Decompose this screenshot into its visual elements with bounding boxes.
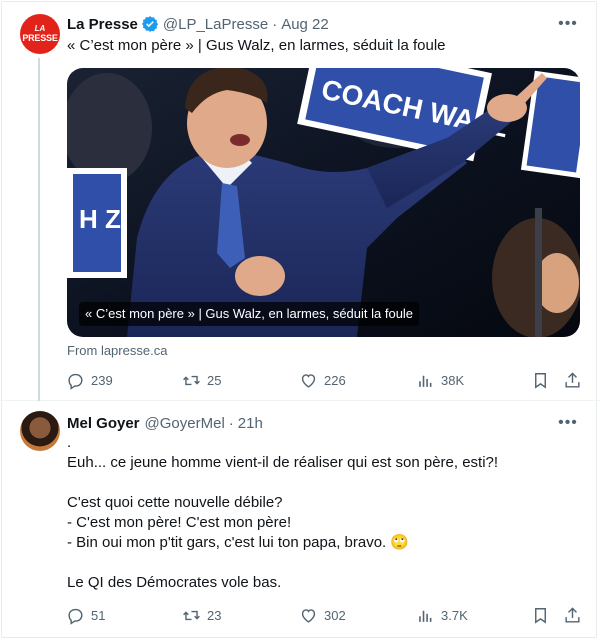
repost-icon xyxy=(183,610,200,620)
tweet-mel-goyer[interactable]: Mel Goyer @GoyerMel · 21h ••• . Euh... c… xyxy=(0,401,600,641)
separator-dot: · xyxy=(272,15,278,33)
views-chart-icon xyxy=(419,375,432,387)
card-photo: H Z COACH WALZ xyxy=(67,68,580,337)
heart-icon xyxy=(301,373,316,388)
share-button[interactable] xyxy=(563,370,582,390)
views-count: 38K xyxy=(441,372,465,388)
bookmark-button[interactable] xyxy=(531,605,550,625)
sign-left-text: H Z xyxy=(79,204,121,234)
reply-icon xyxy=(68,373,83,390)
tweet-header: Mel Goyer @GoyerMel · 21h xyxy=(67,413,263,433)
repost-button[interactable]: 25 xyxy=(182,370,221,390)
action-bar: 51 23 302 3.7K xyxy=(0,605,600,625)
tweet-header: La Presse @LP_LaPresse · Aug 22 xyxy=(67,14,329,34)
like-count: 226 xyxy=(324,372,346,388)
timestamp[interactable]: Aug 22 xyxy=(281,16,329,33)
like-count: 302 xyxy=(324,607,346,623)
reply-button[interactable]: 51 xyxy=(66,605,105,625)
thread-line xyxy=(38,58,40,401)
author-handle[interactable]: @LP_LaPresse xyxy=(163,16,268,33)
bookmark-button[interactable] xyxy=(531,370,550,390)
logo-text-presse: PRESSE xyxy=(22,33,58,43)
author-name[interactable]: Mel Goyer xyxy=(67,415,140,432)
bookmark-icon xyxy=(535,372,546,389)
reply-icon xyxy=(68,608,83,625)
tweet-text: « C’est mon père » | Gus Walz, en larmes… xyxy=(67,37,446,54)
share-icon xyxy=(565,371,580,388)
heart-icon xyxy=(301,608,316,623)
like-button[interactable]: 302 xyxy=(299,605,346,625)
card-source[interactable]: From lapresse.ca xyxy=(67,343,167,358)
repost-count: 25 xyxy=(207,372,222,388)
verified-badge-icon xyxy=(141,15,159,33)
separator-dot: · xyxy=(228,414,234,432)
author-name[interactable]: La Presse xyxy=(67,16,138,33)
reply-count: 239 xyxy=(91,372,113,388)
author-handle[interactable]: @GoyerMel xyxy=(145,415,225,432)
la-presse-avatar[interactable]: LA PRESSE xyxy=(20,14,60,54)
share-icon xyxy=(565,606,580,623)
reply-button[interactable]: 239 xyxy=(66,370,113,390)
repost-icon xyxy=(183,375,200,385)
share-button[interactable] xyxy=(563,605,582,625)
link-card[interactable]: H Z COACH WALZ « C’est mon père » | Gus … xyxy=(67,68,580,337)
views-button[interactable]: 3.7K xyxy=(416,605,468,625)
card-caption: « C’est mon père » | Gus Walz, en larmes… xyxy=(79,302,420,326)
views-count: 3.7K xyxy=(441,607,468,623)
more-options-icon[interactable]: ••• xyxy=(558,413,578,433)
tweet-text: . Euh... ce jeune homme vient-il de réal… xyxy=(67,434,499,591)
repost-button[interactable]: 23 xyxy=(182,605,221,625)
bookmark-icon xyxy=(535,607,546,624)
repost-count: 23 xyxy=(207,607,222,623)
views-chart-icon xyxy=(419,610,432,622)
timestamp[interactable]: 21h xyxy=(238,415,263,432)
views-button[interactable]: 38K xyxy=(416,370,464,390)
action-bar: 239 25 226 38K xyxy=(0,370,600,390)
tweet-la-presse[interactable]: LA PRESSE La Presse @LP_LaPresse · Aug 2… xyxy=(0,0,600,401)
more-options-icon[interactable]: ••• xyxy=(558,14,578,34)
reply-count: 51 xyxy=(91,607,106,623)
logo-text-la: LA xyxy=(34,24,46,33)
like-button[interactable]: 226 xyxy=(299,370,346,390)
sign-left: H Z xyxy=(67,168,127,278)
